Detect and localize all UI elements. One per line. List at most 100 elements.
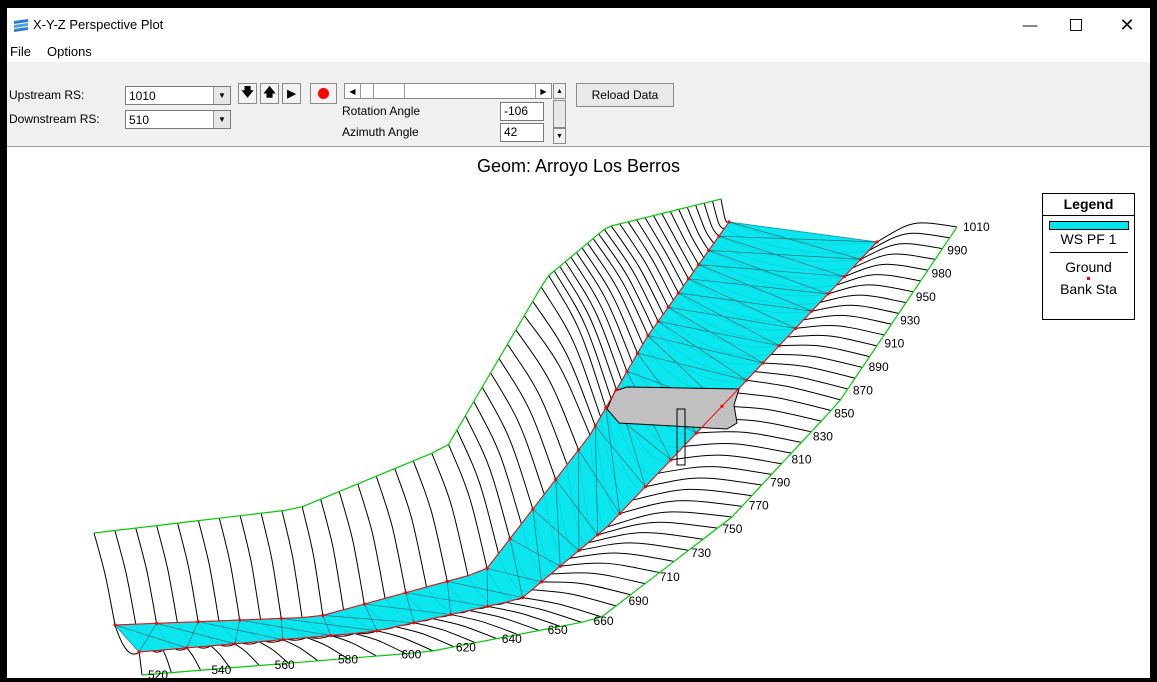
spin-down-button[interactable]: ▼ [553,128,566,144]
station-label: 620 [456,641,476,655]
bank-station-marker [694,431,699,435]
upstream-rs-value: 1010 [129,89,156,103]
maximize-button[interactable] [1053,8,1099,42]
bank-station-marker [508,537,512,541]
bank-station-marker [666,305,670,309]
scroll-thumb[interactable] [373,84,405,98]
bank-station-marker [793,326,798,331]
reload-data-button[interactable]: Reload Data [576,83,674,107]
azimuth-angle-input[interactable]: 42 [500,123,544,142]
downstream-rs-select[interactable]: 510 ▼ [125,110,231,129]
bank-station-marker [445,579,449,583]
downstream-label: Downstream RS: [9,112,100,126]
scroll-left-icon[interactable]: ◀ [345,84,361,98]
spin-up-button[interactable]: ▲ [553,83,566,99]
perspective-plot: Geom: Arroyo Los Berros 1010 990 980 950 930… [7,147,1150,678]
downstream-rs-value: 510 [129,113,150,127]
plot-canvas: 1010 990 980 950 930 910 890 870 850830810790770… [93,198,990,678]
legend: Legend WS PF 1 Ground Bank Sta [1042,193,1135,320]
bank-station-marker [375,629,379,633]
station-label: 890 [869,360,889,374]
bank-station-marker [196,620,200,624]
bank-station-marker [625,369,629,374]
station-label: 870 [853,383,873,397]
station-label: 520 [148,668,168,678]
move-down-button[interactable]: 🡇 [238,83,257,104]
bank-station-marker [185,646,189,650]
spin-track[interactable] [553,100,566,128]
bank-station-marker [669,458,673,462]
bank-station-marker [614,388,618,392]
bank-station-marker [137,650,141,654]
bank-station-marker [521,595,525,600]
close-button[interactable]: ✕ [1104,8,1150,42]
arrow-down-icon: 🡇 [241,85,254,99]
bank-station-marker [697,262,701,267]
chevron-down-icon[interactable]: ▼ [213,87,230,104]
bank-station-marker [404,591,408,595]
station-label: 690 [628,594,648,608]
bank-station-marker [113,623,117,627]
bank-station-marker [676,291,680,295]
bank-station-marker [233,642,237,646]
ground-cross-section [93,532,143,676]
bank-station-marker [596,533,600,537]
menu-options[interactable]: Options [47,44,92,59]
station-label: 980 [932,267,952,281]
azimuth-angle-label: Azimuth Angle [342,125,419,139]
legend-ws-swatch [1048,221,1129,230]
bank-station-marker [281,638,285,642]
station-label: 650 [548,623,568,637]
bank-station-marker [875,240,879,244]
bank-station-marker [279,616,283,621]
toolbar: Upstream RS: 1010 ▼ Downstream RS: 510 ▼… [7,62,1150,147]
bank-station-marker [720,404,724,408]
play-button[interactable]: ▶ [282,83,301,104]
bank-station-marker [321,613,325,618]
bank-station-marker [810,309,814,313]
bank-station-marker [717,234,721,238]
bank-station-marker [707,248,711,252]
bank-station-marker [761,361,765,365]
record-icon [318,88,329,99]
app-window: X-Y-Z Perspective Plot — ✕ File Options … [7,8,1150,678]
bank-station-marker [554,477,558,482]
station-label: 830 [813,430,833,444]
bank-station-marker [412,621,416,625]
app-wave-icon [14,19,28,32]
station-label: 580 [338,653,358,667]
bank-station-marker [593,424,597,428]
bank-station-marker [646,333,650,338]
station-label: 1010 [963,220,990,234]
bank-station-marker [485,566,489,570]
legend-bank-label: Bank Sta [1060,281,1117,297]
station-label: 540 [211,663,231,677]
bank-station-marker [329,633,333,638]
record-button[interactable] [310,83,337,104]
move-up-button[interactable]: 🡅 [260,83,279,104]
menu-bar: File Options [7,42,1150,62]
bank-station-marker [238,618,242,622]
station-label: 730 [691,546,711,560]
menu-file[interactable]: File [10,44,31,59]
station-label: 930 [900,313,920,327]
rotation-scrollbar[interactable]: ◀ ▶ [344,83,552,99]
bank-station-marker [643,485,647,489]
station-label: 990 [947,243,967,257]
minimize-icon: — [1022,16,1038,34]
rotation-angle-input[interactable]: -106 [500,102,544,121]
bank-station-marker [777,344,781,348]
upstream-rs-select[interactable]: 1010 ▼ [125,86,231,105]
bank-station-marker [618,511,622,516]
bank-station-marker [577,548,581,553]
legend-ground-label: Ground [1065,259,1112,275]
bridge-deck [606,386,740,430]
station-label: 660 [594,614,614,628]
window-title: X-Y-Z Perspective Plot [33,17,164,32]
scroll-right-icon[interactable]: ▶ [535,84,551,98]
bank-station-marker [656,319,660,323]
bank-station-marker [449,612,453,617]
minimize-button[interactable]: — [1007,8,1053,42]
bank-station-marker [531,507,535,511]
chevron-down-icon[interactable]: ▼ [213,111,230,128]
